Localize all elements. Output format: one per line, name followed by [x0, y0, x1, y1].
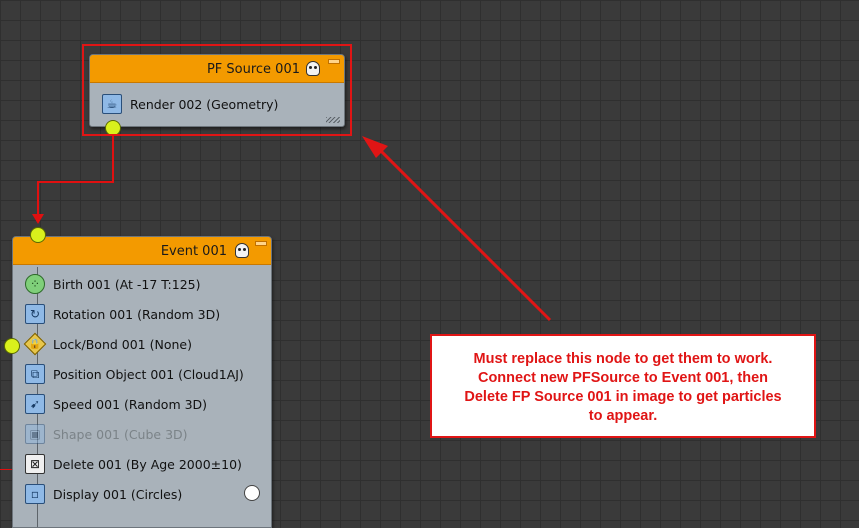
- callout-line-2: Connect new PFSource to Event 001, then: [477, 370, 769, 386]
- callout-line-1: Must replace this node to get them to wo…: [473, 351, 773, 367]
- callout-line-3: Delete FP Source 001 in image to get par…: [464, 389, 782, 405]
- callout-line-4: to appear.: [588, 408, 658, 424]
- annotation-callout: Must replace this node to get them to wo…: [430, 334, 816, 438]
